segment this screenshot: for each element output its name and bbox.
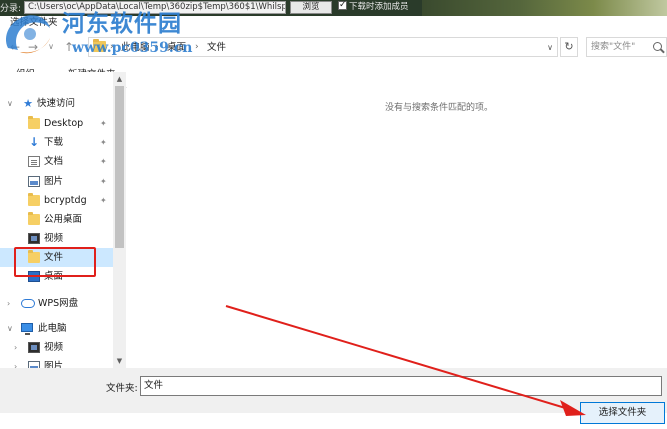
- nav-label: 下载: [44, 137, 64, 148]
- watermark-url: www.pc0359.cn: [72, 40, 193, 56]
- address-dropdown-icon[interactable]: ∨: [547, 40, 553, 55]
- navigation-pane: ∨ ★ 快速访问 Desktop ✦ ↓ 下载 ✦ 文档 ✦ 图片 ✦ bcry…: [0, 72, 126, 368]
- bottom-bar: 文件夹: 文件 选择文件夹: [0, 368, 667, 424]
- browse-button[interactable]: 浏览: [290, 1, 332, 14]
- video-icon: [28, 342, 40, 353]
- scroll-down-icon[interactable]: ▼: [113, 354, 126, 368]
- nav-label: 视频: [44, 342, 64, 353]
- highlight-box: [14, 247, 96, 277]
- scroll-thumb[interactable]: [115, 86, 124, 248]
- scroll-up-icon[interactable]: ▲: [113, 72, 126, 86]
- cloud-icon: [21, 299, 35, 308]
- checkbox-icon: [338, 0, 347, 12]
- folder-label: 文件夹:: [106, 383, 138, 394]
- computer-icon: [21, 323, 33, 335]
- nav-item-videos[interactable]: 视频: [0, 229, 113, 248]
- document-icon: [28, 156, 40, 167]
- folder-name-input[interactable]: 文件: [140, 376, 662, 396]
- pin-icon: ✦: [100, 196, 107, 205]
- nav-item-bcryptdg[interactable]: bcryptdg ✦: [0, 191, 113, 210]
- watermark-logo-icon: [6, 15, 51, 54]
- nav-this-pc[interactable]: ∨ 此电脑: [0, 319, 113, 338]
- nav-label: WPS网盘: [38, 298, 79, 309]
- search-icon: [653, 42, 662, 51]
- watermark: 河东软件园 www.pc0359.cn: [0, 0, 210, 70]
- search-input[interactable]: 搜索"文件": [586, 37, 667, 57]
- expand-right-icon[interactable]: ›: [7, 297, 10, 310]
- nav-label: 图片: [44, 361, 64, 368]
- nav-label: 文档: [44, 156, 64, 167]
- nav-scrollbar[interactable]: ▲ ▼: [113, 72, 126, 368]
- refresh-icon[interactable]: ↻: [560, 37, 578, 57]
- nav-wps-drive[interactable]: › WPS网盘: [0, 294, 113, 313]
- expand-down-icon[interactable]: ∨: [7, 322, 13, 335]
- search-placeholder: 搜索"文件": [591, 42, 636, 52]
- empty-message: 没有与搜索条件匹配的项。: [385, 103, 494, 113]
- expand-down-icon[interactable]: ∨: [7, 97, 13, 110]
- nav-label: 图片: [44, 176, 64, 187]
- nav-label: 公用桌面: [44, 214, 83, 225]
- star-icon: ★: [23, 97, 33, 110]
- background-image: [422, 0, 667, 16]
- nav-quick-access[interactable]: ∨ ★ 快速访问: [0, 94, 113, 113]
- pin-icon: ✦: [100, 119, 107, 128]
- folder-icon: [28, 212, 40, 225]
- nav-item-pictures[interactable]: 图片 ✦: [0, 172, 113, 191]
- watermark-title: 河东软件园: [62, 10, 182, 37]
- nav-item-downloads[interactable]: ↓ 下载 ✦: [0, 133, 113, 152]
- pin-icon: ✦: [100, 157, 107, 166]
- picture-icon: [28, 361, 40, 368]
- nav-label: Desktop: [44, 118, 84, 129]
- select-folder-button[interactable]: 选择文件夹: [580, 402, 665, 424]
- nav-item-public-desktop[interactable]: 公用桌面: [0, 210, 113, 229]
- nav-item-desktop[interactable]: Desktop ✦: [0, 114, 113, 133]
- nav-label: 此电脑: [38, 323, 67, 334]
- nav-label: 快速访问: [37, 98, 76, 109]
- checkbox-label: 下载时添加成员: [349, 2, 409, 12]
- expand-right-icon[interactable]: ›: [14, 360, 17, 368]
- download-icon: ↓: [28, 135, 40, 149]
- add-members-checkbox[interactable]: 下载时添加成员: [338, 0, 409, 14]
- folder-icon: [28, 116, 40, 129]
- picture-icon: [28, 176, 40, 187]
- pin-icon: ✦: [100, 177, 107, 186]
- pin-icon: ✦: [100, 138, 107, 147]
- nav-pc-videos[interactable]: › 视频: [0, 338, 113, 357]
- nav-label: 视频: [44, 233, 64, 244]
- expand-right-icon[interactable]: ›: [14, 341, 17, 354]
- nav-label: bcryptdg: [44, 195, 87, 206]
- folder-icon: [28, 193, 40, 206]
- nav-item-documents[interactable]: 文档 ✦: [0, 152, 113, 171]
- video-icon: [28, 233, 40, 244]
- nav-pc-pictures[interactable]: › 图片: [0, 357, 113, 368]
- file-list-pane[interactable]: 没有与搜索条件匹配的项。: [127, 72, 667, 368]
